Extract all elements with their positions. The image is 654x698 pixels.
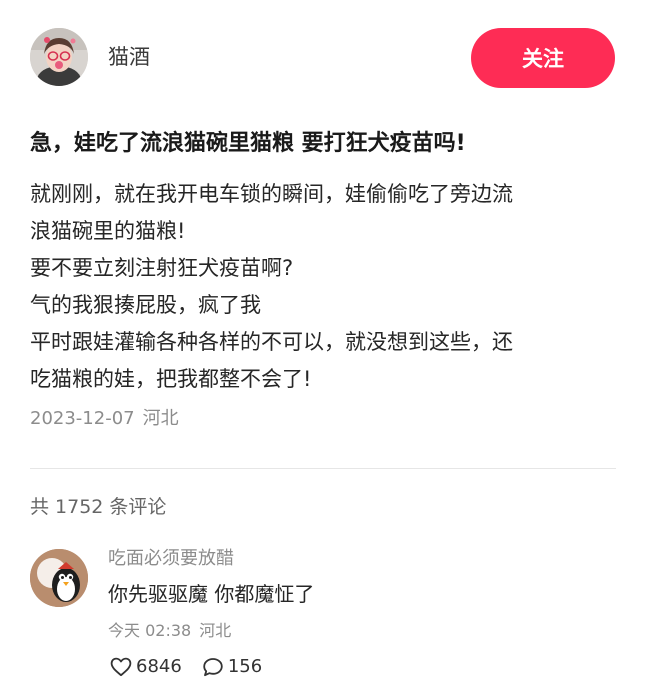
author-header: 猫酒 关注 bbox=[30, 28, 616, 88]
user-avatar-photo-icon bbox=[30, 28, 88, 86]
comment-count-prefix: 共 bbox=[30, 496, 50, 518]
post-meta: 2023-12-07 河北 bbox=[30, 406, 179, 432]
comment-item: 吃面必须要放醋 你先驱驱魔 你都魔怔了 今天 02:38 河北 6846 156 bbox=[30, 546, 616, 686]
post-body-line: 吃猫粮的娃，把我都整不会了! bbox=[30, 367, 312, 391]
post-body-line: 气的我狠揍屁股，疯了我 bbox=[30, 293, 261, 317]
comment-bubble-icon bbox=[203, 658, 223, 677]
post-date: 2023-12-07 bbox=[30, 408, 135, 429]
author-avatar[interactable] bbox=[30, 28, 88, 86]
follow-button[interactable]: 关注 bbox=[471, 28, 615, 88]
commenter-avatar[interactable] bbox=[30, 549, 88, 607]
post-title: 急，娃吃了流浪猫碗里猫粮 要打狂犬疫苗吗! bbox=[30, 131, 466, 156]
post-body-line: 平时跟娃灌输各种各样的不可以，就没想到这些，还 bbox=[30, 330, 513, 354]
comment-count-header: 共 1752 条评论 bbox=[30, 494, 166, 520]
reply-button[interactable]: 156 bbox=[202, 654, 262, 680]
comment-time: 今天 02:38 bbox=[108, 621, 192, 640]
post-body-line: 要不要立刻注射狂犬疫苗啊? bbox=[30, 256, 294, 280]
section-divider bbox=[30, 468, 616, 469]
like-button[interactable]: 6846 bbox=[110, 654, 182, 680]
heart-outline-icon bbox=[110, 657, 132, 677]
reply-count: 156 bbox=[227, 656, 263, 677]
penguin-avatar-icon bbox=[30, 549, 88, 607]
post-body-line: 就刚刚，就在我开电车锁的瞬间，娃偷偷吃了旁边流 bbox=[30, 182, 513, 206]
comment-count-suffix: 条评论 bbox=[109, 496, 167, 518]
comment-count-value: 1752 bbox=[55, 496, 104, 518]
commenter-name[interactable]: 吃面必须要放醋 bbox=[108, 546, 234, 572]
post-body: 就刚刚，就在我开电车锁的瞬间，娃偷偷吃了旁边流 浪猫碗里的猫粮! 要不要立刻注射… bbox=[30, 176, 630, 398]
author-name[interactable]: 猫酒 bbox=[108, 44, 150, 70]
post-body-line: 浪猫碗里的猫粮! bbox=[30, 219, 186, 243]
comment-location: 河北 bbox=[199, 621, 232, 640]
comment-meta: 今天 02:38 河北 bbox=[108, 619, 231, 643]
like-count: 6846 bbox=[136, 656, 182, 677]
post-location: 河北 bbox=[142, 408, 179, 429]
comment-text: 你先驱驱魔 你都魔怔了 bbox=[108, 582, 315, 606]
comment-actions: 6846 156 bbox=[110, 654, 262, 680]
